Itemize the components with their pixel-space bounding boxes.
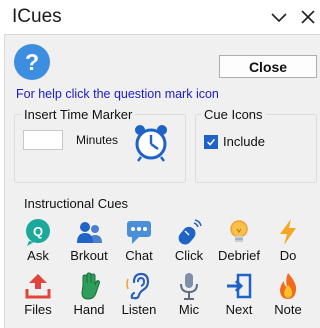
cue-label: Do [279,248,297,263]
help-hint-text: For help click the question mark icon [16,87,219,101]
cue-do[interactable]: Do [263,217,313,267]
close-button[interactable]: Close [219,55,317,78]
chevron-down-icon[interactable] [270,9,288,25]
close-window-icon[interactable] [299,9,317,25]
time-marker-label: Insert Time Marker [21,107,136,122]
help-glyph: ? [25,49,39,75]
include-label: Include [223,134,265,149]
ask-icon: Q [26,219,50,246]
mouse-icon [178,219,202,245]
cue-listen[interactable]: Listen [114,271,164,321]
cue-label: Note [274,302,302,317]
svg-text:Q: Q [33,224,43,239]
cue-files[interactable]: Files [13,271,63,321]
cue-ask[interactable]: Q Ask [13,217,63,267]
upload-icon [25,274,51,299]
instructional-cues-label: Instructional Cues [24,196,129,211]
chat-icon [127,221,151,244]
minutes-input[interactable] [23,130,63,150]
hand-icon [81,272,100,300]
flame-icon [280,273,297,299]
cue-note[interactable]: Note [263,271,313,321]
help-question-icon[interactable]: ? [13,43,51,81]
cue-brkout[interactable]: Brkout [64,217,114,267]
cue-chat[interactable]: Chat [114,217,164,267]
window-title: ICues [12,6,62,27]
microphone-icon [180,273,198,300]
minutes-label: Minutes [76,133,119,147]
lightbulb-icon [230,220,248,242]
cue-hand[interactable]: Hand [64,271,114,321]
include-checkbox[interactable] [204,135,218,149]
main-panel: ? Close For help click the question mark… [4,34,320,328]
ear-icon [126,272,150,300]
cue-mic[interactable]: Mic [164,271,214,321]
cue-click[interactable]: Click [164,217,214,267]
breakout-icon [77,222,102,243]
title-bar: ICues [0,0,319,34]
alarm-clock-icon[interactable] [132,122,170,162]
lightning-icon [280,219,296,245]
cue-icons-label: Cue Icons [201,107,266,122]
next-icon [227,273,252,299]
